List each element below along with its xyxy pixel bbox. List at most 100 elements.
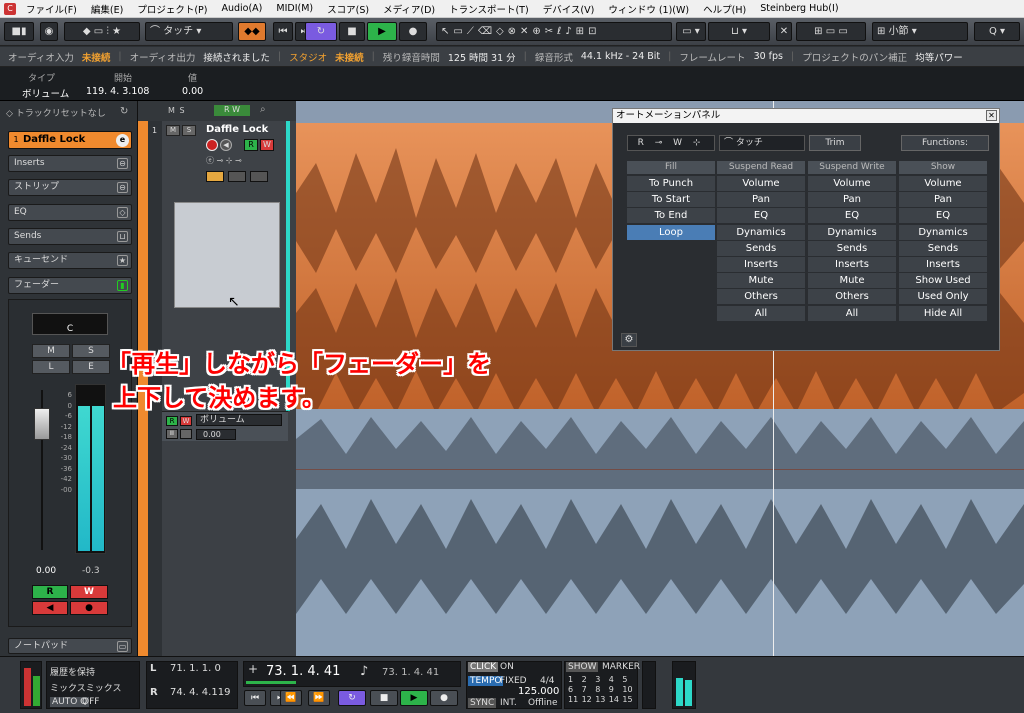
write-automation-button[interactable]: W [70, 585, 108, 599]
automation-parameter-select[interactable]: ボリューム [196, 414, 282, 426]
menu-help[interactable]: ヘルプ(H) [696, 2, 753, 16]
search-icon[interactable]: ⌕ [260, 104, 266, 115]
edit-channel-icon[interactable]: e [116, 134, 129, 147]
value-value[interactable]: 0.00 [182, 86, 203, 97]
show-eq[interactable]: EQ [899, 208, 987, 224]
bypass-icon[interactable]: ⊖ [117, 182, 128, 193]
suspend-write-pan[interactable]: Pan [808, 192, 896, 208]
panel-titlebar[interactable]: オートメーションパネル ✕ [613, 109, 999, 123]
show-inserts[interactable]: Inserts [899, 256, 987, 272]
star-icon[interactable]: ★ [117, 255, 128, 266]
functions-button[interactable]: Functions: [901, 135, 989, 151]
suspend-read-inserts[interactable]: Inserts [717, 256, 805, 272]
snap-zero-button[interactable]: ✕ [776, 22, 792, 41]
lanes-icon[interactable] [250, 171, 268, 182]
suspend-read-volume[interactable]: Volume [717, 176, 805, 191]
monitor-button[interactable]: ◀ [32, 601, 68, 615]
automation-track-header[interactable]: R W ボリューム Ⅲ 0.00 [162, 411, 288, 441]
mute-icon[interactable]: Ⅲ [166, 429, 178, 439]
inspector-eq[interactable]: EQ ◇ [8, 204, 132, 221]
menu-project[interactable]: プロジェクト(P) [130, 2, 214, 16]
record-enable-icon[interactable] [206, 139, 218, 151]
show-used-only[interactable]: Used Only [899, 289, 987, 305]
record-button[interactable]: ● [399, 22, 427, 41]
suspend-write-dynamics[interactable]: Dynamics [808, 224, 896, 240]
zoom-in-icon[interactable]: + [248, 662, 258, 676]
show-dynamics[interactable]: Dynamics [899, 224, 987, 240]
right-locator-value[interactable]: 74. 4. 4.119 [170, 687, 230, 698]
goto-start-button[interactable]: ⏮ [273, 22, 293, 41]
frame-rate-value[interactable]: 30 fps [754, 51, 783, 62]
write-button[interactable]: W [260, 139, 274, 151]
suspend-read-pan[interactable]: Pan [717, 192, 805, 208]
marker-buttons[interactable]: 12345 6 7 8 9 10 11 12 13 14 15 [568, 675, 636, 704]
snap-type-select[interactable]: ⊔ ▾ [708, 22, 770, 41]
show-volume[interactable]: Volume [899, 176, 987, 191]
edit-icons[interactable]: ⓔ ⊸ ⊹ ⊸ [206, 155, 242, 166]
suspend-read-sends[interactable]: Sends [717, 240, 805, 256]
auto-scroll-button[interactable]: ◆◆ [238, 22, 266, 41]
folder-icon[interactable] [228, 171, 246, 182]
menu-media[interactable]: メディア(D) [376, 2, 442, 16]
time-signature[interactable]: 4/4 [540, 676, 554, 686]
edit-button[interactable]: E [72, 360, 110, 374]
audio-input-status[interactable]: 未接続 [82, 50, 111, 64]
suspend-write-volume[interactable]: Volume [808, 176, 896, 191]
refresh-icon[interactable]: ↻ [120, 106, 128, 117]
fill-loop[interactable]: Loop [627, 224, 715, 240]
menu-midi[interactable]: MIDI(M) [269, 3, 320, 14]
menu-hub[interactable]: Steinberg Hub(I) [753, 3, 845, 14]
studio-status[interactable]: 未接続 [335, 50, 364, 64]
menu-transport[interactable]: トランスポート(T) [442, 2, 536, 16]
crossfade-buttons[interactable]: ⊞ ▭ ▭ [796, 22, 866, 41]
track-picture-area[interactable] [174, 202, 280, 308]
inspector-fader[interactable]: フェーダー ▮ [8, 277, 132, 294]
solo-button[interactable]: S [182, 125, 196, 136]
read-automation-button[interactable]: R [32, 585, 68, 599]
audio-output-status[interactable]: 接続されました [203, 50, 270, 64]
snap-toggle[interactable]: ▭ ▾ [676, 22, 706, 41]
suspend-write-eq[interactable]: EQ [808, 208, 896, 224]
gear-icon[interactable]: ⚙ [621, 333, 637, 347]
eq-icon[interactable]: ◇ [117, 207, 128, 218]
volume-readout[interactable]: 0.00 [36, 566, 56, 576]
pan-knob[interactable]: C [32, 313, 108, 335]
bypass-icon[interactable]: ⊖ [117, 158, 128, 169]
suspend-read-all[interactable]: All [717, 305, 805, 321]
click-button[interactable]: CLICK [468, 662, 499, 672]
automation-value[interactable]: 0.00 [196, 429, 236, 440]
menu-devices[interactable]: デバイス(V) [536, 2, 602, 16]
suspend-read-eq[interactable]: EQ [717, 208, 805, 224]
cubase-app-icon[interactable]: C [4, 2, 16, 15]
mix-label[interactable]: ミックスミックス [50, 681, 121, 694]
sync-button[interactable]: SYNC [468, 698, 497, 708]
suspend-write-sends[interactable]: Sends [808, 240, 896, 256]
activate-project-button[interactable]: ■▮ [4, 22, 34, 41]
cycle-button[interactable]: ↻ [305, 22, 337, 41]
main-position-display[interactable]: 73. 1. 4. 41 [266, 664, 340, 679]
tempo-value[interactable]: 125.000 [518, 686, 559, 697]
grid-type-select[interactable]: ⊞ 小節 ▾ [872, 22, 968, 41]
show-sends[interactable]: Sends [899, 240, 987, 256]
forward-button[interactable]: ⏩ [308, 690, 330, 706]
show-hide-all[interactable]: Hide All [899, 305, 987, 321]
inspector-inserts[interactable]: Inserts ⊖ [8, 155, 132, 172]
stop-button[interactable]: ■ [339, 22, 365, 41]
rewind-button[interactable]: ⏪ [280, 690, 302, 706]
tool-buttons[interactable]: ↖▭⟋⌫◇⊗✕⊕✂ℓ♪⊞⊡ [436, 22, 672, 41]
preset-row[interactable]: ◇ トラックリセットなし [6, 106, 106, 119]
suspend-read-dynamics[interactable]: Dynamics [717, 224, 805, 240]
fader-icon[interactable]: ▮ [117, 280, 128, 291]
read-button[interactable]: R [166, 416, 178, 426]
pan-law-value[interactable]: 均等パワー [915, 50, 963, 64]
mute-button[interactable]: M [166, 125, 180, 136]
constrain-delay-button[interactable]: ◉ [40, 22, 58, 41]
inspector-sends[interactable]: Sends ⊔ [8, 228, 132, 245]
read-write-buttons[interactable]: R ⊸ W ⊹ [627, 135, 715, 151]
listen-button[interactable]: L [32, 360, 70, 374]
automation-mode-select[interactable]: ⌒ タッチ ▾ [145, 22, 233, 41]
goto-start-button[interactable]: ⏮ [244, 690, 266, 706]
inspector-strip[interactable]: ストリップ ⊖ [8, 179, 132, 196]
quantize-select[interactable]: Q ▾ [974, 22, 1020, 41]
menu-audio[interactable]: Audio(A) [214, 3, 269, 14]
